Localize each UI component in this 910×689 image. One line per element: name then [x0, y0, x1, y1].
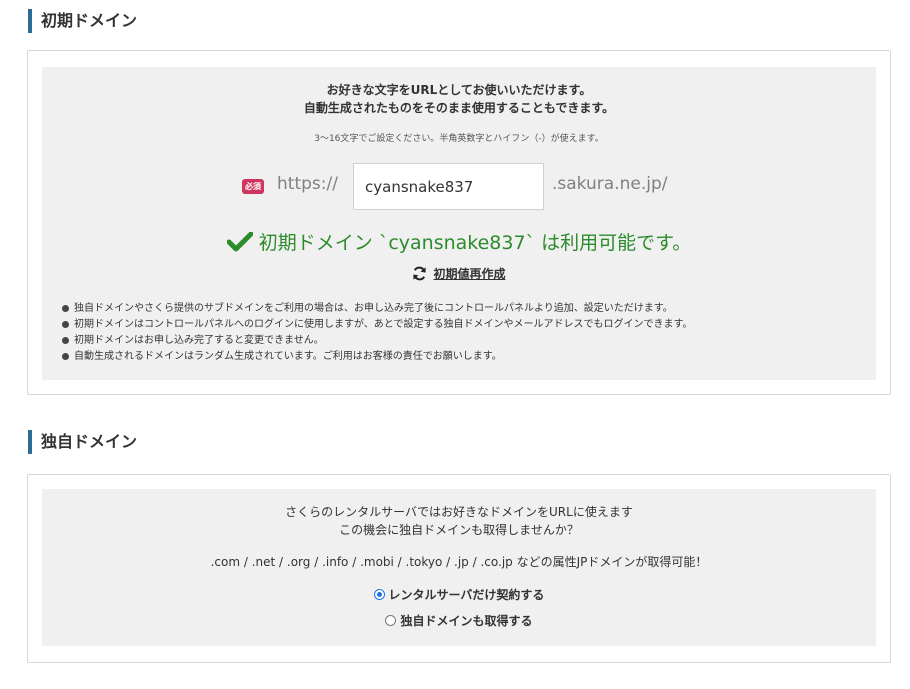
- own-domain-heading: 独自ドメイン: [28, 430, 137, 454]
- list-item: 自動生成されるドメインはランダム生成されています。ご利用はお客様の責任でお願いし…: [62, 349, 693, 365]
- regenerate-row: 初期値再作成: [42, 265, 876, 283]
- domain-suffix: .sakura.ne.jp/: [552, 174, 668, 194]
- check-icon: [226, 232, 253, 252]
- list-item: 独自ドメインやさくら提供のサブドメインをご利用の場合は、お申し込み完了後にコント…: [62, 301, 693, 317]
- own-domain-inner: さくらのレンタルサーバではお好きなドメインをURLに使えます この機会に独自ドメ…: [42, 489, 876, 646]
- availability-message: 初期ドメイン `cyansnake837` は利用可能です。: [258, 232, 692, 254]
- radio-button-selected[interactable]: [373, 589, 385, 600]
- list-item: 初期ドメインはコントロールパネルへのログインに使用しますが、あとで設定する独自ド…: [62, 317, 693, 333]
- tld-list-text: .com / .net / .org / .info / .mobi / .to…: [210, 555, 708, 569]
- initial-domain-heading: 初期ドメイン: [28, 9, 137, 33]
- radio-button[interactable]: [385, 615, 397, 626]
- regenerate-link[interactable]: 初期値再作成: [433, 267, 505, 281]
- own-domain-line-2: この機会に独自ドメインも取得しませんか？: [339, 523, 579, 537]
- initial-domain-input[interactable]: [353, 163, 544, 210]
- protocol-prefix: https://: [277, 174, 338, 194]
- initial-domain-panel: お好きな文字をURLとしてお使いいただけます。 自動生成されたものをそのまま使用…: [27, 50, 891, 395]
- notes-list: 独自ドメインやさくら提供のサブドメインをご利用の場合は、お申し込み完了後にコント…: [62, 301, 693, 365]
- required-badge: 必須: [242, 179, 264, 194]
- availability-message-row: 初期ドメイン `cyansnake837` は利用可能です。: [42, 229, 876, 257]
- list-item: 初期ドメインはお申し込み完了すると変更できません。: [62, 333, 693, 349]
- radio-label[interactable]: レンタルサーバだけ契約する: [389, 588, 545, 602]
- radio-label[interactable]: 独自ドメインも取得する: [400, 614, 532, 628]
- own-domain-panel: さくらのレンタルサーバではお好きなドメインをURLに使えます この機会に独自ドメ…: [27, 474, 891, 663]
- radio-with-domain[interactable]: 独自ドメインも取得する: [42, 612, 876, 630]
- radio-server-only[interactable]: レンタルサーバだけ契約する: [42, 586, 876, 604]
- input-rule-note: 3〜16文字でご設定ください。半角英数字とハイフン（-）が使えます。: [314, 134, 604, 144]
- own-domain-line-1: さくらのレンタルサーバではお好きなドメインをURLに使えます: [285, 505, 633, 519]
- intro-line-1: お好きな文字をURLとしてお使いいただけます。: [326, 83, 592, 97]
- domain-input-row: 必須 https:// .sakura.ne.jp/: [42, 163, 876, 211]
- refresh-icon[interactable]: [412, 266, 427, 281]
- initial-domain-inner: お好きな文字をURLとしてお使いいただけます。 自動生成されたものをそのまま使用…: [42, 67, 876, 380]
- intro-line-2: 自動生成されたものをそのまま使用することもできます。: [303, 101, 615, 115]
